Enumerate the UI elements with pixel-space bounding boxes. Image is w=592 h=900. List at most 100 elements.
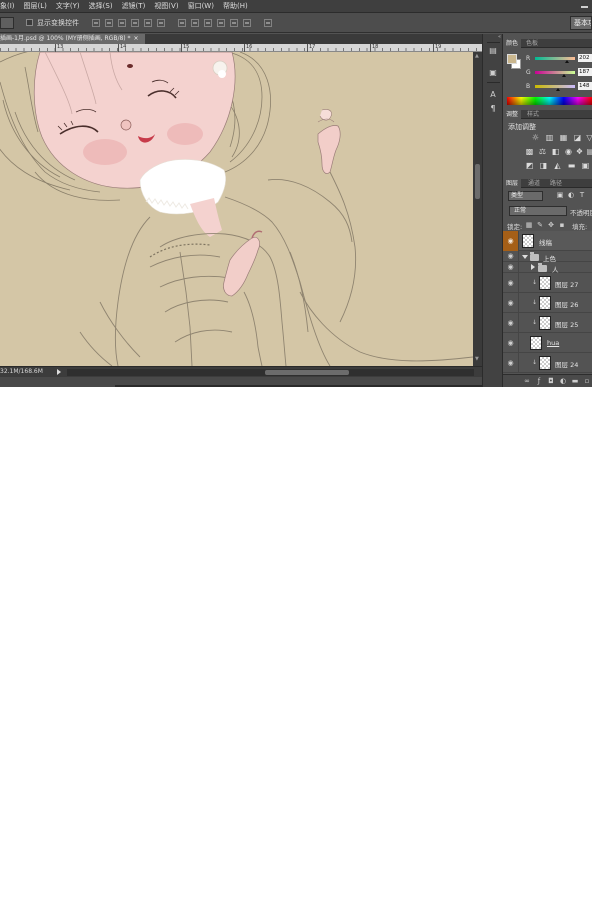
tab-color[interactable]: 颜色 (503, 39, 522, 48)
layer-row[interactable]: ◉ 线稿 (503, 231, 592, 251)
red-slider-knob[interactable] (564, 60, 569, 63)
character-icon[interactable]: A (488, 90, 498, 100)
minimize-icon[interactable] (581, 6, 588, 8)
collapse-group-icon[interactable] (531, 264, 535, 270)
brightness-icon[interactable]: ☼ (531, 133, 540, 142)
blue-slider[interactable] (535, 85, 575, 88)
align-top-icon[interactable] (92, 18, 100, 27)
add-mask-icon[interactable]: ◘ (547, 377, 555, 385)
workspace-switcher[interactable]: 基本功能 (570, 16, 592, 30)
layer-row[interactable]: ◉ ↓ 图层 24 (503, 353, 592, 373)
horizontal-scrollbar[interactable] (67, 369, 474, 376)
lock-paint-icon[interactable]: ✎ (536, 221, 544, 229)
lock-all-icon[interactable]: ▪ (558, 221, 566, 229)
align-vcenter-icon[interactable] (105, 18, 113, 27)
collapse-panels-icon[interactable]: « (498, 34, 501, 40)
posterize-icon[interactable]: ◨ (539, 161, 548, 170)
tab-channels[interactable]: 通道 (525, 179, 543, 188)
eye-icon[interactable]: ◉ (503, 262, 519, 273)
exposure-icon[interactable]: ◪ (573, 133, 582, 142)
status-menu-icon[interactable] (57, 369, 61, 375)
menu-image[interactable]: 象(I) (0, 1, 15, 11)
history-icon[interactable]: ▤ (488, 46, 498, 56)
eye-icon[interactable]: ◉ (503, 251, 519, 262)
align-right-icon[interactable] (157, 18, 165, 27)
new-adjustment-icon[interactable]: ◐ (559, 377, 567, 385)
distribute-right-icon[interactable] (243, 18, 251, 27)
tab-paths[interactable]: 路径 (547, 179, 565, 188)
pixel-filter-icon[interactable]: ▣ (556, 191, 564, 200)
distribute-hcenter-icon[interactable] (230, 18, 238, 27)
horizontal-scroll-thumb[interactable] (265, 370, 349, 375)
green-slider-knob[interactable] (562, 74, 567, 77)
color-spectrum-bar[interactable] (507, 97, 592, 105)
distribute-vcenter-icon[interactable] (191, 18, 199, 27)
align-bottom-icon[interactable] (118, 18, 126, 27)
tab-styles[interactable]: 样式 (524, 110, 542, 119)
layer-style-icon[interactable]: ƒ (535, 377, 543, 385)
green-slider[interactable] (535, 71, 575, 74)
scroll-up-icon[interactable]: ▲ (475, 54, 480, 59)
vertical-scrollbar[interactable]: ▲ ▼ (473, 52, 482, 366)
menu-layer[interactable]: 图层(L) (24, 1, 47, 11)
blend-mode-select[interactable]: 正常 (509, 206, 567, 216)
vibrance-icon[interactable]: ▽ (585, 133, 592, 142)
menu-help[interactable]: 帮助(H) (223, 1, 248, 11)
layer-row[interactable]: ◉ ↓ 图层 27 (503, 273, 592, 293)
threshold-icon[interactable]: ◭ (553, 161, 562, 170)
properties-icon[interactable]: ▣ (488, 68, 498, 78)
menu-select[interactable]: 选择(S) (89, 1, 113, 11)
layer-row[interactable]: ◉ ↓ 图层 26 (503, 293, 592, 313)
show-transform-checkbox[interactable] (26, 19, 33, 26)
red-value[interactable]: 202 (578, 54, 592, 62)
tab-layers[interactable]: 图层 (503, 179, 522, 188)
menu-filter[interactable]: 滤镜(T) (122, 1, 146, 11)
tab-adjustments[interactable]: 调整 (503, 110, 522, 119)
new-group-icon[interactable]: ▬ (571, 377, 579, 385)
curves-icon[interactable]: ▦ (559, 133, 568, 142)
hue-saturation-icon[interactable]: ▩ (525, 147, 534, 156)
blue-value[interactable]: 148 (578, 82, 592, 90)
layer-row[interactable]: ◉ hua (503, 333, 592, 353)
menu-window[interactable]: 窗口(W) (188, 1, 214, 11)
align-left-icon[interactable] (131, 18, 139, 27)
distribute-left-icon[interactable] (217, 18, 225, 27)
tab-swatches[interactable]: 色板 (523, 39, 541, 48)
close-tab-icon[interactable]: × (134, 35, 139, 42)
eye-icon[interactable]: ◉ (503, 353, 519, 373)
photo-filter-icon[interactable]: ◉ (564, 147, 573, 156)
vertical-scroll-thumb[interactable] (475, 164, 480, 199)
color-balance-icon[interactable]: ⚖ (538, 147, 547, 156)
group-row[interactable]: ◉ 人 (503, 262, 592, 274)
tool-preset-dropdown[interactable] (0, 16, 14, 29)
eye-icon[interactable]: ◉ (503, 231, 519, 251)
group-row[interactable]: ◉ 上色 (503, 251, 592, 263)
paragraph-icon[interactable]: ¶ (488, 104, 498, 114)
lock-move-icon[interactable]: ✥ (547, 221, 555, 229)
auto-align-icon[interactable] (264, 18, 272, 27)
red-slider[interactable] (535, 57, 575, 60)
expand-group-icon[interactable] (522, 255, 528, 259)
menu-type[interactable]: 文字(Y) (56, 1, 80, 11)
distribute-bottom-icon[interactable] (204, 18, 212, 27)
eye-icon[interactable]: ◉ (503, 333, 519, 353)
levels-icon[interactable]: ▥ (545, 133, 554, 142)
green-value[interactable]: 187 (578, 68, 592, 76)
document-canvas[interactable] (0, 52, 473, 366)
adjustment-filter-icon[interactable]: ◐ (567, 191, 575, 200)
layer-row[interactable]: ◉ ↓ 图层 25 (503, 313, 592, 333)
invert-icon[interactable]: ◩ (525, 161, 534, 170)
menu-view[interactable]: 视图(V) (154, 1, 178, 11)
foreground-color-swatch[interactable] (507, 54, 517, 64)
black-white-icon[interactable]: ◧ (551, 147, 560, 156)
eye-icon[interactable]: ◉ (503, 313, 519, 333)
layer-kind-filter[interactable]: 类型 (508, 191, 543, 201)
channel-mixer-icon[interactable]: ❖ (575, 147, 584, 156)
align-hcenter-icon[interactable] (144, 18, 152, 27)
blue-slider-knob[interactable] (556, 88, 561, 91)
new-layer-icon[interactable]: ▫ (583, 377, 591, 385)
gradient-map-icon[interactable]: ▬ (567, 161, 576, 170)
lock-transparent-icon[interactable]: ▦ (525, 221, 533, 229)
distribute-top-icon[interactable] (178, 18, 186, 27)
document-tab[interactable]: 插画-1月.psd @ 100% (MY册侧插画, RGB/8) * × (0, 34, 145, 44)
